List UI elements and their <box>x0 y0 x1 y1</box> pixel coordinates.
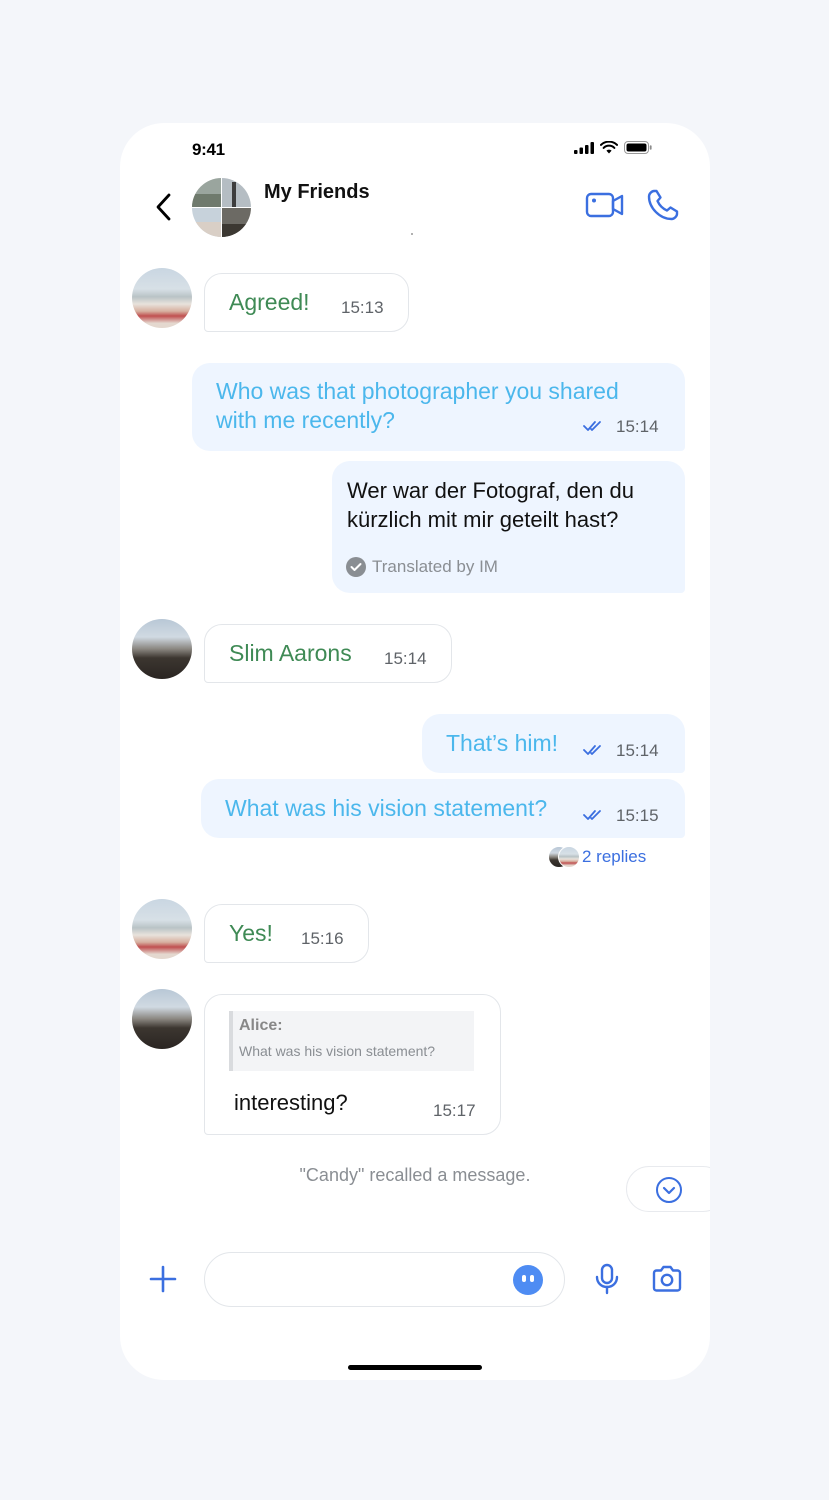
video-camera-icon <box>585 192 624 218</box>
camera-icon <box>652 1265 682 1292</box>
message-text: interesting? <box>234 1090 348 1115</box>
message-bubble[interactable]: What was his vision statement? 15:15 <box>201 779 685 838</box>
emoji-icon[interactable] <box>513 1265 543 1295</box>
chevron-left-icon <box>156 193 171 221</box>
signal-icon <box>574 141 594 154</box>
chat-title: My Friends <box>264 181 370 203</box>
thread-replies-link[interactable]: 2 replies <box>548 846 646 868</box>
message-bubble[interactable]: Yes! 15:16 <box>204 904 369 963</box>
voice-call-button[interactable] <box>646 188 680 222</box>
message-time: 15:16 <box>301 929 344 948</box>
status-bar: 9:41 <box>120 123 710 173</box>
recalled-notice: "Candy" recalled a message. <box>299 1165 531 1185</box>
message-time: 15:15 <box>616 806 659 825</box>
translated-text: Wer war der Fotograf, den du kürzlich mi… <box>347 478 634 532</box>
message-text: What was his vision statement? <box>225 795 548 821</box>
back-button[interactable] <box>148 189 178 225</box>
quote-author: Alice: <box>239 1017 283 1034</box>
message-bubble[interactable]: Who was that photographer you shared wit… <box>192 363 685 451</box>
message-time: 15:14 <box>384 649 427 668</box>
message-text: Agreed! <box>229 289 310 315</box>
scroll-to-bottom-button[interactable] <box>626 1166 710 1212</box>
replies-count: 2 replies <box>582 847 647 866</box>
home-indicator[interactable] <box>348 1365 482 1370</box>
message-bubble[interactable]: Agreed! 15:13 <box>204 273 409 332</box>
group-avatar-image <box>192 178 251 237</box>
check-circle-icon <box>346 557 366 577</box>
status-icons <box>574 141 652 154</box>
status-time: 9:41 <box>192 140 225 159</box>
translation-bubble[interactable]: Wer war der Fotograf, den du kürzlich mi… <box>332 461 685 593</box>
message-bubble[interactable]: That’s him! 15:14 <box>422 714 685 773</box>
sender-avatar[interactable] <box>132 619 192 679</box>
message-text: Slim Aarons <box>229 640 352 666</box>
message-time: 15:13 <box>341 298 384 317</box>
message-text: That’s him! <box>446 730 559 756</box>
video-call-button[interactable] <box>585 189 625 221</box>
quote-text: What was his vision statement? <box>239 1043 436 1059</box>
voice-message-button[interactable] <box>593 1263 621 1295</box>
reply-avatar <box>558 846 580 868</box>
camera-button[interactable] <box>651 1264 683 1294</box>
composer <box>120 1251 710 1311</box>
message-text: Yes! <box>229 920 273 946</box>
message-input[interactable] <box>204 1252 565 1307</box>
header-dot <box>411 233 413 235</box>
message-bubble[interactable]: Slim Aarons 15:14 <box>204 624 452 683</box>
microphone-icon <box>595 1263 619 1295</box>
phone-icon <box>647 189 679 221</box>
sender-avatar[interactable] <box>132 899 192 959</box>
message-time: 15:17 <box>433 1101 476 1120</box>
quoted-message[interactable]: Alice: What was his vision statement? <box>229 1011 474 1071</box>
double-check-icon <box>583 810 601 820</box>
battery-icon <box>624 141 652 154</box>
wifi-icon <box>600 141 618 154</box>
sender-avatar[interactable] <box>132 989 192 1049</box>
chat-header: My Friends <box>120 173 710 243</box>
chevron-down-circle-icon <box>656 1177 682 1203</box>
message-time: 15:14 <box>616 741 659 760</box>
double-check-icon <box>583 421 601 431</box>
message-bubble[interactable]: Alice: What was his vision statement? in… <box>204 994 501 1135</box>
double-check-icon <box>583 745 601 755</box>
sender-avatar[interactable] <box>132 268 192 328</box>
plus-icon <box>149 1265 177 1293</box>
group-avatar[interactable] <box>192 178 251 237</box>
phone-frame: 9:41 My Friends Agreed! 15:13 Who was th… <box>120 123 710 1380</box>
translated-label: Translated by IM <box>346 557 498 577</box>
translated-footer: Translated by IM <box>372 557 498 576</box>
message-time: 15:14 <box>616 417 659 436</box>
attach-button[interactable] <box>148 1264 178 1294</box>
